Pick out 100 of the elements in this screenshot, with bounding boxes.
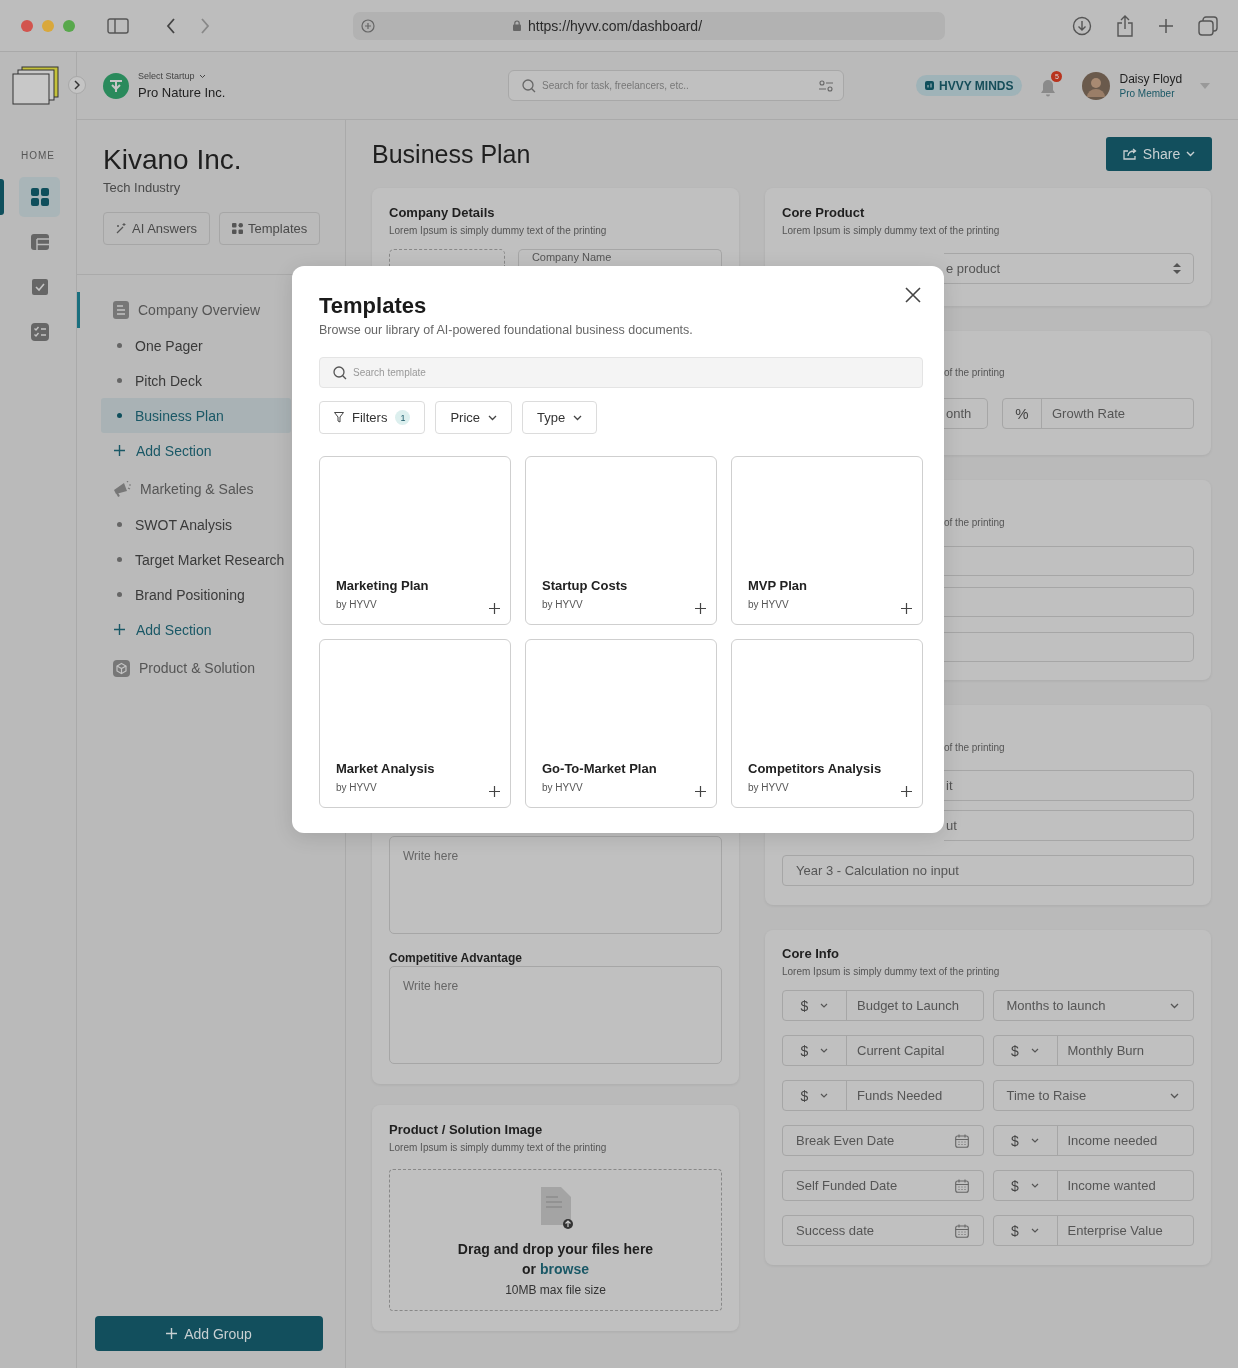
- plus-icon[interactable]: [695, 786, 706, 797]
- currency-dropdown[interactable]: $: [993, 1171, 1058, 1200]
- template-card[interactable]: Marketing Plan by HYVV: [319, 456, 511, 625]
- plus-icon[interactable]: [901, 603, 912, 614]
- card-title: Product / Solution Image: [389, 1122, 544, 1138]
- template-author: by HYVV: [336, 781, 378, 795]
- stepper-icon[interactable]: [1173, 262, 1181, 275]
- calendar-icon[interactable]: [954, 1223, 969, 1238]
- nav-group[interactable]: Company Overview: [77, 292, 261, 328]
- rail-button[interactable]: [19, 177, 60, 217]
- template-card[interactable]: Competitors Analysis by HYVV: [731, 639, 923, 808]
- card-description: Lorem Ipsum is simply dummy text of the printing: [782, 224, 1001, 238]
- dialog-subtitle: Browse our library of AI-powered foundational business documents.: [319, 322, 694, 339]
- dropdown-button[interactable]: Price: [435, 401, 512, 434]
- add-group-button[interactable]: Add Group: [95, 1316, 323, 1351]
- add-section-link[interactable]: Add Section: [101, 612, 291, 647]
- template-card[interactable]: Go-To-Market Plan by HYVV: [525, 639, 717, 808]
- plus-icon: [114, 624, 125, 635]
- currency-dropdown[interactable]: $: [783, 1081, 847, 1110]
- share-icon[interactable]: [1116, 14, 1134, 37]
- template-author: by HYVV: [542, 598, 584, 612]
- template-card[interactable]: Startup Costs by HYVV: [525, 456, 717, 625]
- currency-dropdown[interactable]: $: [993, 1216, 1058, 1245]
- template-name: Startup Costs: [542, 578, 629, 594]
- back-icon[interactable]: [166, 17, 176, 34]
- currency-field[interactable]: $ Income wanted: [992, 1170, 1194, 1201]
- date-field[interactable]: Success date: [782, 1215, 984, 1246]
- growth-rate-field[interactable]: % Growth Rate: [1002, 398, 1194, 429]
- plus-icon[interactable]: [901, 786, 912, 797]
- brand-badge[interactable]: HVVY MINDS: [916, 75, 1023, 96]
- template-card[interactable]: MVP Plan by HYVV: [731, 456, 923, 625]
- nav-item[interactable]: Brand Positioning: [101, 577, 291, 612]
- text-field[interactable]: ut: [944, 810, 1194, 841]
- forward-icon[interactable]: [200, 17, 210, 34]
- nav-group[interactable]: Marketing & Sales: [77, 471, 254, 507]
- magic-wand-icon: [116, 223, 127, 234]
- currency-dropdown[interactable]: $: [993, 1036, 1058, 1065]
- nav-group[interactable]: Product & Solution: [77, 650, 255, 686]
- text-area[interactable]: Write here: [389, 836, 722, 934]
- bullet-icon: [117, 378, 122, 383]
- bullet-icon: [117, 557, 122, 562]
- currency-field[interactable]: $ Budget to Launch: [782, 990, 984, 1021]
- currency-dropdown[interactable]: $: [993, 1126, 1058, 1155]
- window-control-button[interactable]: [21, 19, 33, 32]
- filters-button[interactable]: Filters 1: [319, 401, 426, 434]
- price-field[interactable]: e product: [944, 253, 1194, 284]
- calendar-icon[interactable]: [954, 1133, 969, 1148]
- dialog-title: Templates: [319, 292, 427, 320]
- expand-button[interactable]: [68, 76, 86, 94]
- nav-item[interactable]: Target Market Research: [101, 542, 291, 577]
- dropdown-button[interactable]: Type: [522, 401, 598, 434]
- calendar-icon[interactable]: [954, 1178, 969, 1193]
- currency-field[interactable]: $ Current Capital: [782, 1035, 984, 1066]
- nav-item[interactable]: One Pager: [101, 328, 291, 363]
- template-name: Go-To-Market Plan: [542, 761, 658, 777]
- nav-item[interactable]: SWOT Analysis: [101, 507, 291, 542]
- text-field[interactable]: Year 3 - Calculation no input: [782, 855, 1194, 886]
- plus-icon[interactable]: [489, 603, 500, 614]
- text-area[interactable]: Write here: [389, 966, 722, 1064]
- field-placeholder: Break Even Date: [795, 1133, 896, 1148]
- currency-dropdown[interactable]: $: [783, 991, 847, 1020]
- filter-sliders-icon[interactable]: [819, 79, 833, 92]
- file-drop-zone[interactable]: Drag and drop your files here or browse 10MB max file size: [389, 1169, 722, 1311]
- tabs-icon[interactable]: [1198, 15, 1218, 36]
- date-field[interactable]: Self Funded Date: [782, 1170, 984, 1201]
- select-field[interactable]: Months to launch: [992, 990, 1194, 1021]
- currency-field[interactable]: $ Enterprise Value: [992, 1215, 1194, 1246]
- templates-button[interactable]: Templates: [219, 212, 321, 245]
- ai-answers-button[interactable]: AI Answers: [103, 212, 211, 245]
- close-icon[interactable]: [905, 287, 921, 303]
- table-icon: [30, 234, 49, 250]
- currency-dropdown[interactable]: $: [783, 1036, 847, 1065]
- text-field[interactable]: [944, 546, 1194, 576]
- download-icon[interactable]: [1072, 15, 1092, 36]
- chevron-down-icon: [1186, 151, 1196, 157]
- text-field[interactable]: it: [944, 770, 1194, 801]
- avatar-icon[interactable]: [1082, 71, 1111, 100]
- select-field[interactable]: Time to Raise: [992, 1080, 1194, 1111]
- nav-item[interactable]: Business Plan: [101, 398, 291, 433]
- currency-field[interactable]: $ Funds Needed: [782, 1080, 984, 1111]
- share-button[interactable]: Share: [1106, 137, 1212, 171]
- sidebar-toggle-icon[interactable]: [107, 17, 129, 34]
- text-field[interactable]: [944, 632, 1194, 662]
- field-placeholder: Income needed: [1066, 1133, 1159, 1148]
- nav-item[interactable]: Pitch Deck: [101, 363, 291, 398]
- plus-circle-icon[interactable]: [361, 18, 375, 33]
- date-field[interactable]: Break Even Date: [782, 1125, 984, 1156]
- plus-icon[interactable]: [489, 786, 500, 797]
- browse-link[interactable]: browse: [539, 1261, 589, 1277]
- add-section-link[interactable]: Add Section: [101, 433, 291, 468]
- text-field[interactable]: [944, 587, 1194, 617]
- plus-icon[interactable]: [695, 603, 706, 614]
- search-icon: [522, 78, 536, 93]
- checkbox-icon: [31, 279, 48, 295]
- browse-prompt: or browse: [522, 1260, 589, 1279]
- template-card[interactable]: Market Analysis by HYVV: [319, 639, 511, 808]
- startup-dropdown[interactable]: Select Startup: [138, 71, 206, 81]
- currency-field[interactable]: $ Monthly Burn: [992, 1035, 1194, 1066]
- address-bar[interactable]: https://hyvv.com/dashboard/: [353, 11, 945, 40]
- currency-field[interactable]: $ Income needed: [992, 1125, 1194, 1156]
